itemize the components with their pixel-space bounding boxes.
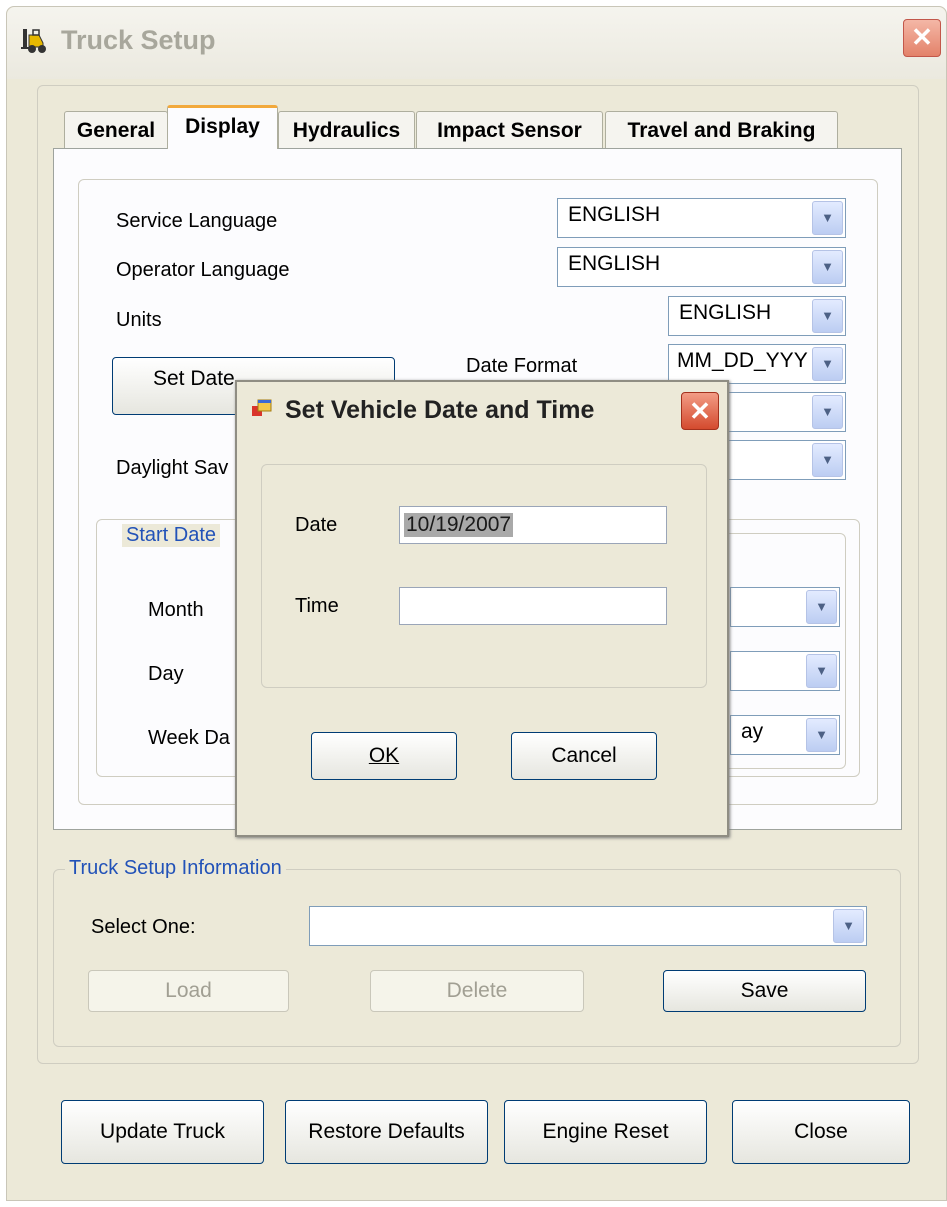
- truck-setup-info-legend: Truck Setup Information: [65, 857, 286, 880]
- close-icon: ✕: [911, 22, 933, 52]
- delete-button[interactable]: Delete: [370, 970, 584, 1012]
- truck-setup-info-group: [53, 869, 901, 1047]
- date-format-combo[interactable]: MM_DD_YYY ▼: [668, 344, 846, 384]
- day-label: Day: [148, 663, 184, 685]
- date-format-value: MM_DD_YYY: [677, 349, 808, 372]
- date-field[interactable]: 10/19/2007: [399, 506, 667, 544]
- month-label: Month: [148, 599, 204, 621]
- chevron-down-icon[interactable]: ▼: [812, 347, 843, 381]
- end-week-day-value: ay: [741, 720, 764, 743]
- save-button[interactable]: Save: [663, 970, 866, 1012]
- restore-defaults-button[interactable]: Restore Defaults: [285, 1100, 488, 1164]
- dialog-close-button[interactable]: ✕: [681, 392, 719, 430]
- operator-language-label: Operator Language: [116, 259, 290, 281]
- chevron-down-icon[interactable]: ▼: [812, 395, 843, 429]
- units-combo[interactable]: ENGLISH ▼: [668, 296, 846, 336]
- load-button[interactable]: Load: [88, 970, 289, 1012]
- window-title: Truck Setup: [61, 25, 216, 55]
- truck-setup-select[interactable]: ▼: [309, 906, 867, 946]
- tab-hydraulics[interactable]: Hydraulics: [278, 111, 415, 149]
- title-bar[interactable]: Truck Setup ✕: [7, 7, 946, 79]
- date-format-label: Date Format: [466, 355, 578, 377]
- engine-reset-button[interactable]: Engine Reset: [504, 1100, 707, 1164]
- operator-language-combo[interactable]: ENGLISH ▼: [557, 247, 846, 287]
- forklift-icon: [21, 29, 46, 53]
- time-label: Time: [295, 595, 339, 617]
- operator-language-value: ENGLISH: [568, 252, 661, 275]
- cancel-button[interactable]: Cancel: [511, 732, 657, 780]
- chevron-down-icon[interactable]: ▼: [833, 909, 864, 943]
- date-value: 10/19/2007: [404, 513, 514, 537]
- tab-general[interactable]: General: [64, 111, 168, 149]
- service-language-combo[interactable]: ENGLISH ▼: [557, 198, 846, 238]
- select-one-label: Select One:: [91, 916, 196, 938]
- time-field[interactable]: [399, 587, 667, 625]
- window-close-button[interactable]: ✕: [903, 19, 941, 57]
- chevron-down-icon[interactable]: ▼: [806, 654, 837, 688]
- window-app-icon: [252, 399, 272, 416]
- date-time-group: [261, 464, 707, 688]
- week-day-label: Week Da: [148, 727, 230, 749]
- set-date-label: Set Date: [153, 367, 235, 390]
- service-language-label: Service Language: [116, 210, 278, 232]
- date-label: Date: [295, 514, 338, 536]
- end-month-combo[interactable]: ▼: [730, 587, 840, 627]
- ok-button[interactable]: OK: [311, 732, 457, 780]
- ok-button-label: OK: [368, 744, 400, 767]
- cancel-button-label: Cancel: [551, 744, 617, 767]
- update-truck-button[interactable]: Update Truck: [61, 1100, 264, 1164]
- close-icon: ✕: [689, 396, 711, 426]
- units-value: ENGLISH: [679, 301, 772, 324]
- tab-travel-and-braking[interactable]: Travel and Braking: [605, 111, 838, 149]
- units-label: Units: [116, 309, 162, 331]
- end-week-day-combo[interactable]: ay ▼: [730, 715, 840, 755]
- close-button[interactable]: Close: [732, 1100, 910, 1164]
- chevron-down-icon[interactable]: ▼: [812, 443, 843, 477]
- chevron-down-icon[interactable]: ▼: [806, 590, 837, 624]
- service-language-value: ENGLISH: [568, 203, 661, 226]
- end-day-combo[interactable]: ▼: [730, 651, 840, 691]
- dialog-title: Set Vehicle Date and Time: [285, 396, 595, 424]
- tab-display[interactable]: Display: [167, 105, 278, 149]
- tab-impact-sensor[interactable]: Impact Sensor: [416, 111, 603, 149]
- daylight-savings-label: Daylight Sav: [116, 457, 229, 479]
- chevron-down-icon[interactable]: ▼: [812, 201, 843, 235]
- chevron-down-icon[interactable]: ▼: [812, 250, 843, 284]
- chevron-down-icon[interactable]: ▼: [806, 718, 837, 752]
- start-date-legend: Start Date: [122, 524, 221, 547]
- set-date-time-dialog: Set Vehicle Date and Time ✕ Date 10/19/2…: [235, 380, 729, 837]
- chevron-down-icon[interactable]: ▼: [812, 299, 843, 333]
